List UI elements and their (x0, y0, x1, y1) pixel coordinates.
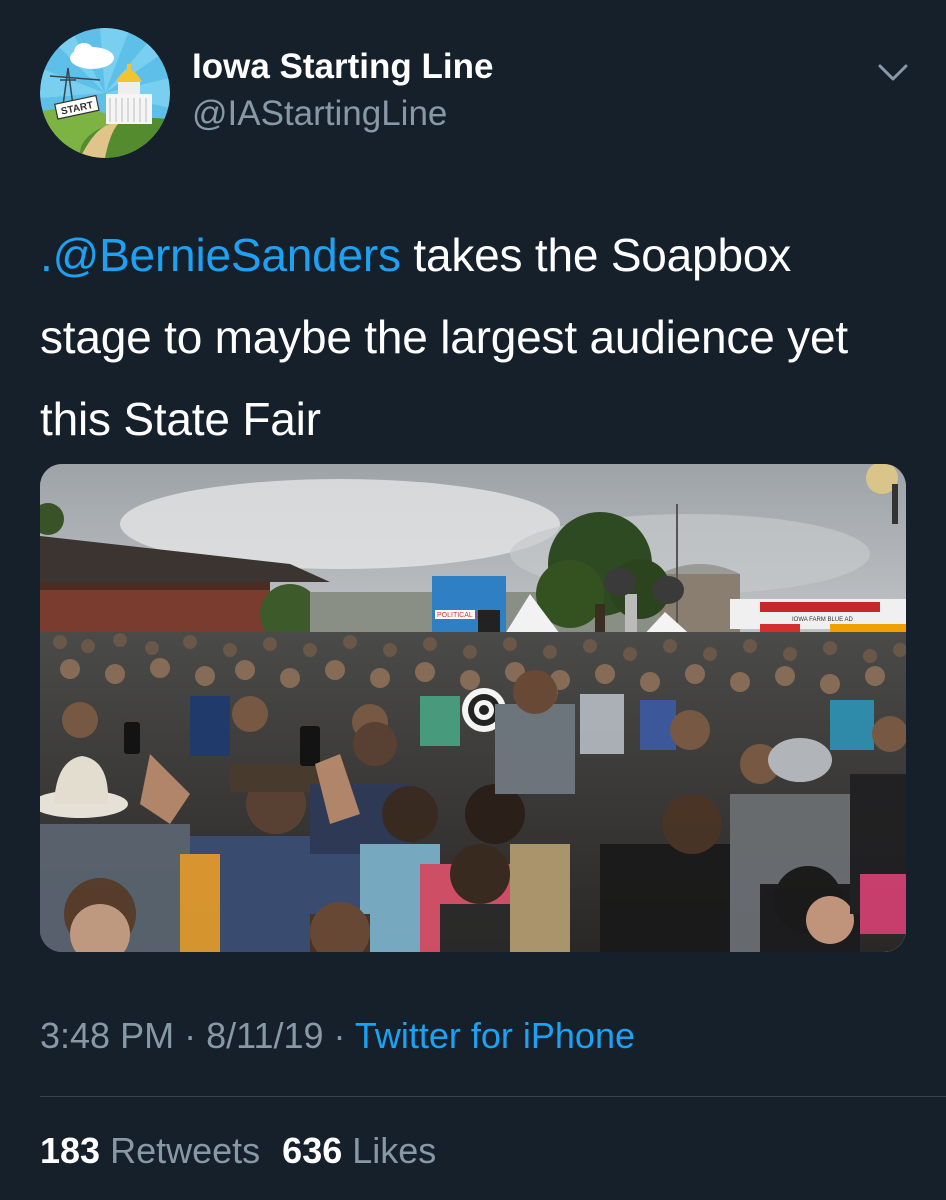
capitol-logo-icon: START (40, 28, 170, 158)
likes-count: 636 (282, 1130, 343, 1171)
tweet-date: 8/11/19 (206, 1015, 324, 1056)
meta-separator: · (174, 1015, 207, 1056)
avatar[interactable]: START (40, 28, 170, 158)
tweet-photo[interactable]: POLITICAL SO IOWA FARM BLUE AD (40, 464, 906, 952)
likes-label: Likes (352, 1130, 437, 1171)
tweet-time: 3:48 PM (40, 1015, 175, 1056)
tweet-meta: 3:48 PM · 8/11/19 · Twitter for iPhone (40, 1015, 635, 1057)
retweets-label: Retweets (110, 1130, 261, 1171)
author-display-name[interactable]: Iowa Starting Line (192, 47, 493, 87)
chevron-down-icon[interactable] (876, 60, 910, 86)
meta-separator: · (323, 1015, 355, 1056)
likes-stat[interactable]: 636 Likes (282, 1130, 436, 1171)
fair-banner-text: IOWA FARM BLUE AD (792, 617, 853, 623)
crowd-photo: POLITICAL SO IOWA FARM BLUE AD (40, 464, 906, 952)
mention-link[interactable]: .@BernieSanders (40, 229, 401, 281)
author-handle[interactable]: @IAStartingLine (192, 94, 447, 134)
tweet-stats: 183 Retweets 636 Likes (40, 1130, 436, 1172)
stage-sign-text: POLITICAL SO (437, 612, 485, 619)
tweet-source-link[interactable]: Twitter for iPhone (355, 1015, 635, 1056)
retweets-count: 183 (40, 1130, 101, 1171)
tweet-text: .@BernieSanders takes the Soapbox stage … (40, 214, 910, 460)
retweets-stat[interactable]: 183 Retweets (40, 1130, 260, 1171)
divider (40, 1096, 946, 1097)
tweet: START Iowa Starting Line @IAStartingLine… (0, 0, 946, 1200)
